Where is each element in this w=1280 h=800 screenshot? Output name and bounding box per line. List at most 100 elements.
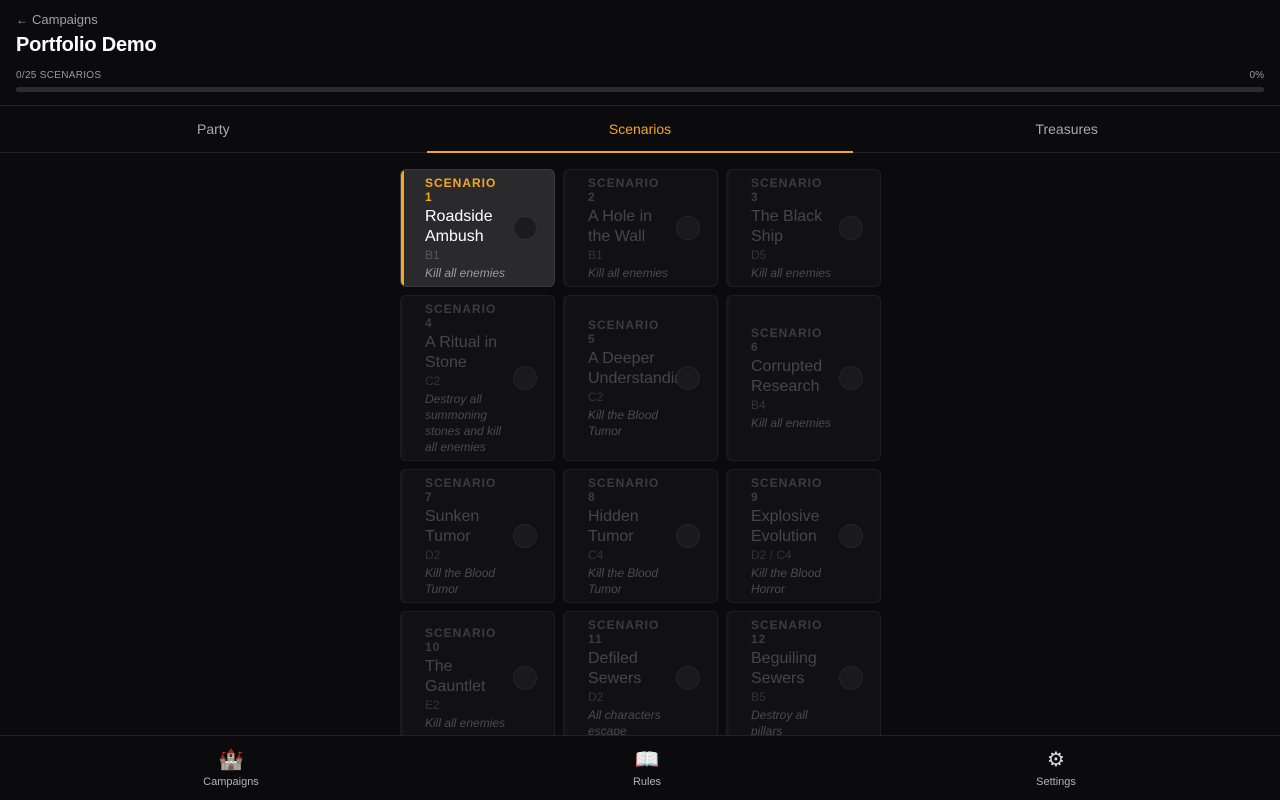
scenario-card[interactable]: SCENARIO 4 A Ritual in Stone C2 Destroy all…	[400, 295, 555, 461]
scenario-card-body: SCENARIO 8 Hidden Tumor C4 Kill the Blood T…	[588, 470, 669, 602]
scenario-number: SCENARIO 1	[425, 175, 497, 204]
scenario-goal: Kill the Blood Tumor	[588, 407, 659, 438]
scenario-complete-toggle[interactable]	[513, 524, 537, 548]
scenario-complete-toggle[interactable]	[839, 666, 863, 690]
scenario-complete-toggle[interactable]	[839, 216, 863, 240]
scenario-card-body: SCENARIO 2 A Hole in the Wall B1 Kill all e…	[588, 170, 669, 286]
scenario-card[interactable]: SCENARIO 11 Defiled Sewers D2 All character…	[563, 611, 718, 735]
scenario-card-body: SCENARIO 7 Sunken Tumor D2 Kill the Blood T…	[425, 470, 506, 602]
scenario-goal: Kill all enemies	[751, 415, 832, 430]
scenario-goal: Kill all enemies	[751, 265, 832, 280]
progress-percent: 0%	[1249, 70, 1264, 81]
scenario-name: Sunken Tumor	[425, 507, 480, 545]
page-title: Portfolio Demo	[16, 34, 157, 56]
scenario-goal: Kill all enemies	[588, 265, 669, 280]
scenario-complete-toggle[interactable]	[676, 524, 700, 548]
progress-label: 0/25 SCENARIOS	[16, 70, 102, 81]
scenario-card[interactable]: SCENARIO 8 Hidden Tumor C4 Kill the Blood T…	[563, 469, 718, 603]
scenario-name: Defiled Sewers	[588, 649, 642, 687]
scenario-card-body: SCENARIO 12 Beguiling Sewers B5 Destroy all…	[751, 612, 832, 736]
gear-icon: ⚙	[1047, 749, 1065, 771]
nav-item-campaigns[interactable]: 🏰 Campaigns	[171, 736, 291, 800]
scenario-location: D2 / C4	[751, 547, 792, 562]
scenario-number: SCENARIO 6	[751, 325, 823, 354]
progress-bar	[16, 87, 1264, 92]
tab-party[interactable]: Party	[0, 106, 427, 152]
scenario-name: A Deeper Understanding	[588, 349, 693, 387]
scenario-grid: SCENARIO 1 Roadside Ambush B1 Kill all enem…	[0, 154, 1280, 735]
scenario-card[interactable]: SCENARIO 1 Roadside Ambush B1 Kill all enem…	[400, 169, 555, 287]
tab-scenarios[interactable]: Scenarios	[426, 106, 854, 153]
back-to-campaigns-link[interactable]: ← Campaigns	[16, 12, 98, 27]
scenario-goal: All characters escape	[588, 707, 661, 736]
scenario-goal: Kill all enemies	[425, 715, 506, 730]
scenario-location: E2	[425, 697, 440, 712]
scenario-location: B1	[425, 247, 440, 262]
scenario-location: B5	[751, 689, 766, 704]
scenario-number: SCENARIO 7	[425, 475, 497, 504]
tab-bar: Party Scenarios Treasures	[0, 106, 1280, 153]
scenario-card[interactable]: SCENARIO 9 Explosive Evolution D2 / C4 Kill…	[726, 469, 881, 603]
scenario-card[interactable]: SCENARIO 6 Corrupted Research B4 Kill all e…	[726, 295, 881, 461]
scenario-number: SCENARIO 4	[425, 301, 497, 330]
scenario-card-body: SCENARIO 9 Explosive Evolution D2 / C4 Kill…	[751, 470, 832, 602]
bottom-navigation: 🏰 Campaigns 📖 Rules ⚙ Settings	[0, 735, 1280, 800]
nav-item-settings[interactable]: ⚙ Settings	[996, 736, 1116, 800]
scenario-complete-toggle[interactable]	[676, 366, 700, 390]
scenario-card-body: SCENARIO 4 A Ritual in Stone C2 Destroy all…	[425, 296, 506, 460]
scenario-name: A Hole in the Wall	[588, 207, 653, 245]
scenario-name: Explosive Evolution	[751, 507, 820, 545]
arrow-left-icon: ←	[16, 12, 28, 27]
scenario-card[interactable]: SCENARIO 5 A Deeper Understanding C2 Kill t…	[563, 295, 718, 461]
scenario-card[interactable]: SCENARIO 3 The Black Ship D5 Kill all enemi…	[726, 169, 881, 287]
scenario-location: B1	[588, 247, 603, 262]
scenario-location: C4	[588, 547, 604, 562]
scenario-complete-toggle[interactable]	[513, 216, 537, 240]
scenario-goal: Kill the Blood Horror	[751, 565, 822, 596]
scenario-location: C2	[425, 373, 441, 388]
scenario-complete-toggle[interactable]	[513, 666, 537, 690]
scenario-name: Roadside Ambush	[425, 207, 493, 245]
scenario-goal: Destroy all summoning stones and kill al…	[425, 391, 502, 454]
back-link-label: Campaigns	[32, 12, 98, 27]
scenario-goal: Kill all enemies	[425, 265, 506, 280]
nav-label: Campaigns	[203, 776, 259, 788]
scenario-number: SCENARIO 11	[588, 617, 660, 646]
campaign-header: ← Campaigns Portfolio Demo 0/25 SCENARIO…	[0, 0, 1280, 106]
scenario-complete-toggle[interactable]	[676, 666, 700, 690]
scenario-name: Hidden Tumor	[588, 507, 639, 545]
scenario-location: D2	[588, 689, 604, 704]
scenario-card[interactable]: SCENARIO 12 Beguiling Sewers B5 Destroy all…	[726, 611, 881, 735]
scenario-location: D2	[425, 547, 441, 562]
scenario-number: SCENARIO 2	[588, 175, 660, 204]
scenario-complete-toggle[interactable]	[839, 524, 863, 548]
scenario-name: A Ritual in Stone	[425, 333, 498, 371]
scenario-location: D5	[751, 247, 767, 262]
scenario-complete-toggle[interactable]	[513, 366, 537, 390]
scenario-goal: Kill the Blood Tumor	[588, 565, 659, 596]
scenario-card-body: SCENARIO 10 The Gauntlet E2 Kill all enemie…	[425, 612, 506, 735]
scenario-number: SCENARIO 5	[588, 317, 660, 346]
tab-treasures[interactable]: Treasures	[853, 106, 1280, 152]
scenario-card-body: SCENARIO 11 Defiled Sewers D2 All character…	[588, 612, 669, 736]
scenario-goal: Destroy all pillars	[751, 707, 808, 736]
book-icon: 📖	[634, 749, 660, 771]
scenario-name: The Black Ship	[751, 207, 823, 245]
scenario-number: SCENARIO 9	[751, 475, 823, 504]
scenario-location: C2	[588, 389, 604, 404]
scenario-card-body: SCENARIO 3 The Black Ship D5 Kill all enemi…	[751, 170, 832, 286]
scenario-complete-toggle[interactable]	[839, 366, 863, 390]
scenario-name: Beguiling Sewers	[751, 649, 817, 687]
scenario-card-body: SCENARIO 5 A Deeper Understanding C2 Kill t…	[588, 296, 693, 460]
scenario-complete-toggle[interactable]	[676, 216, 700, 240]
scenario-card-body: SCENARIO 1 Roadside Ambush B1 Kill all enem…	[425, 170, 506, 286]
scenario-card[interactable]: SCENARIO 2 A Hole in the Wall B1 Kill all e…	[563, 169, 718, 287]
scenario-number: SCENARIO 10	[425, 625, 497, 654]
scenario-card[interactable]: SCENARIO 10 The Gauntlet E2 Kill all enemie…	[400, 611, 555, 735]
nav-item-rules[interactable]: 📖 Rules	[587, 736, 707, 800]
scenario-name: The Gauntlet	[425, 657, 486, 695]
scenario-goal: Kill the Blood Tumor	[425, 565, 496, 596]
scenario-name: Corrupted Research	[751, 357, 823, 395]
scenario-card[interactable]: SCENARIO 7 Sunken Tumor D2 Kill the Blood T…	[400, 469, 555, 603]
scenario-number: SCENARIO 3	[751, 175, 823, 204]
